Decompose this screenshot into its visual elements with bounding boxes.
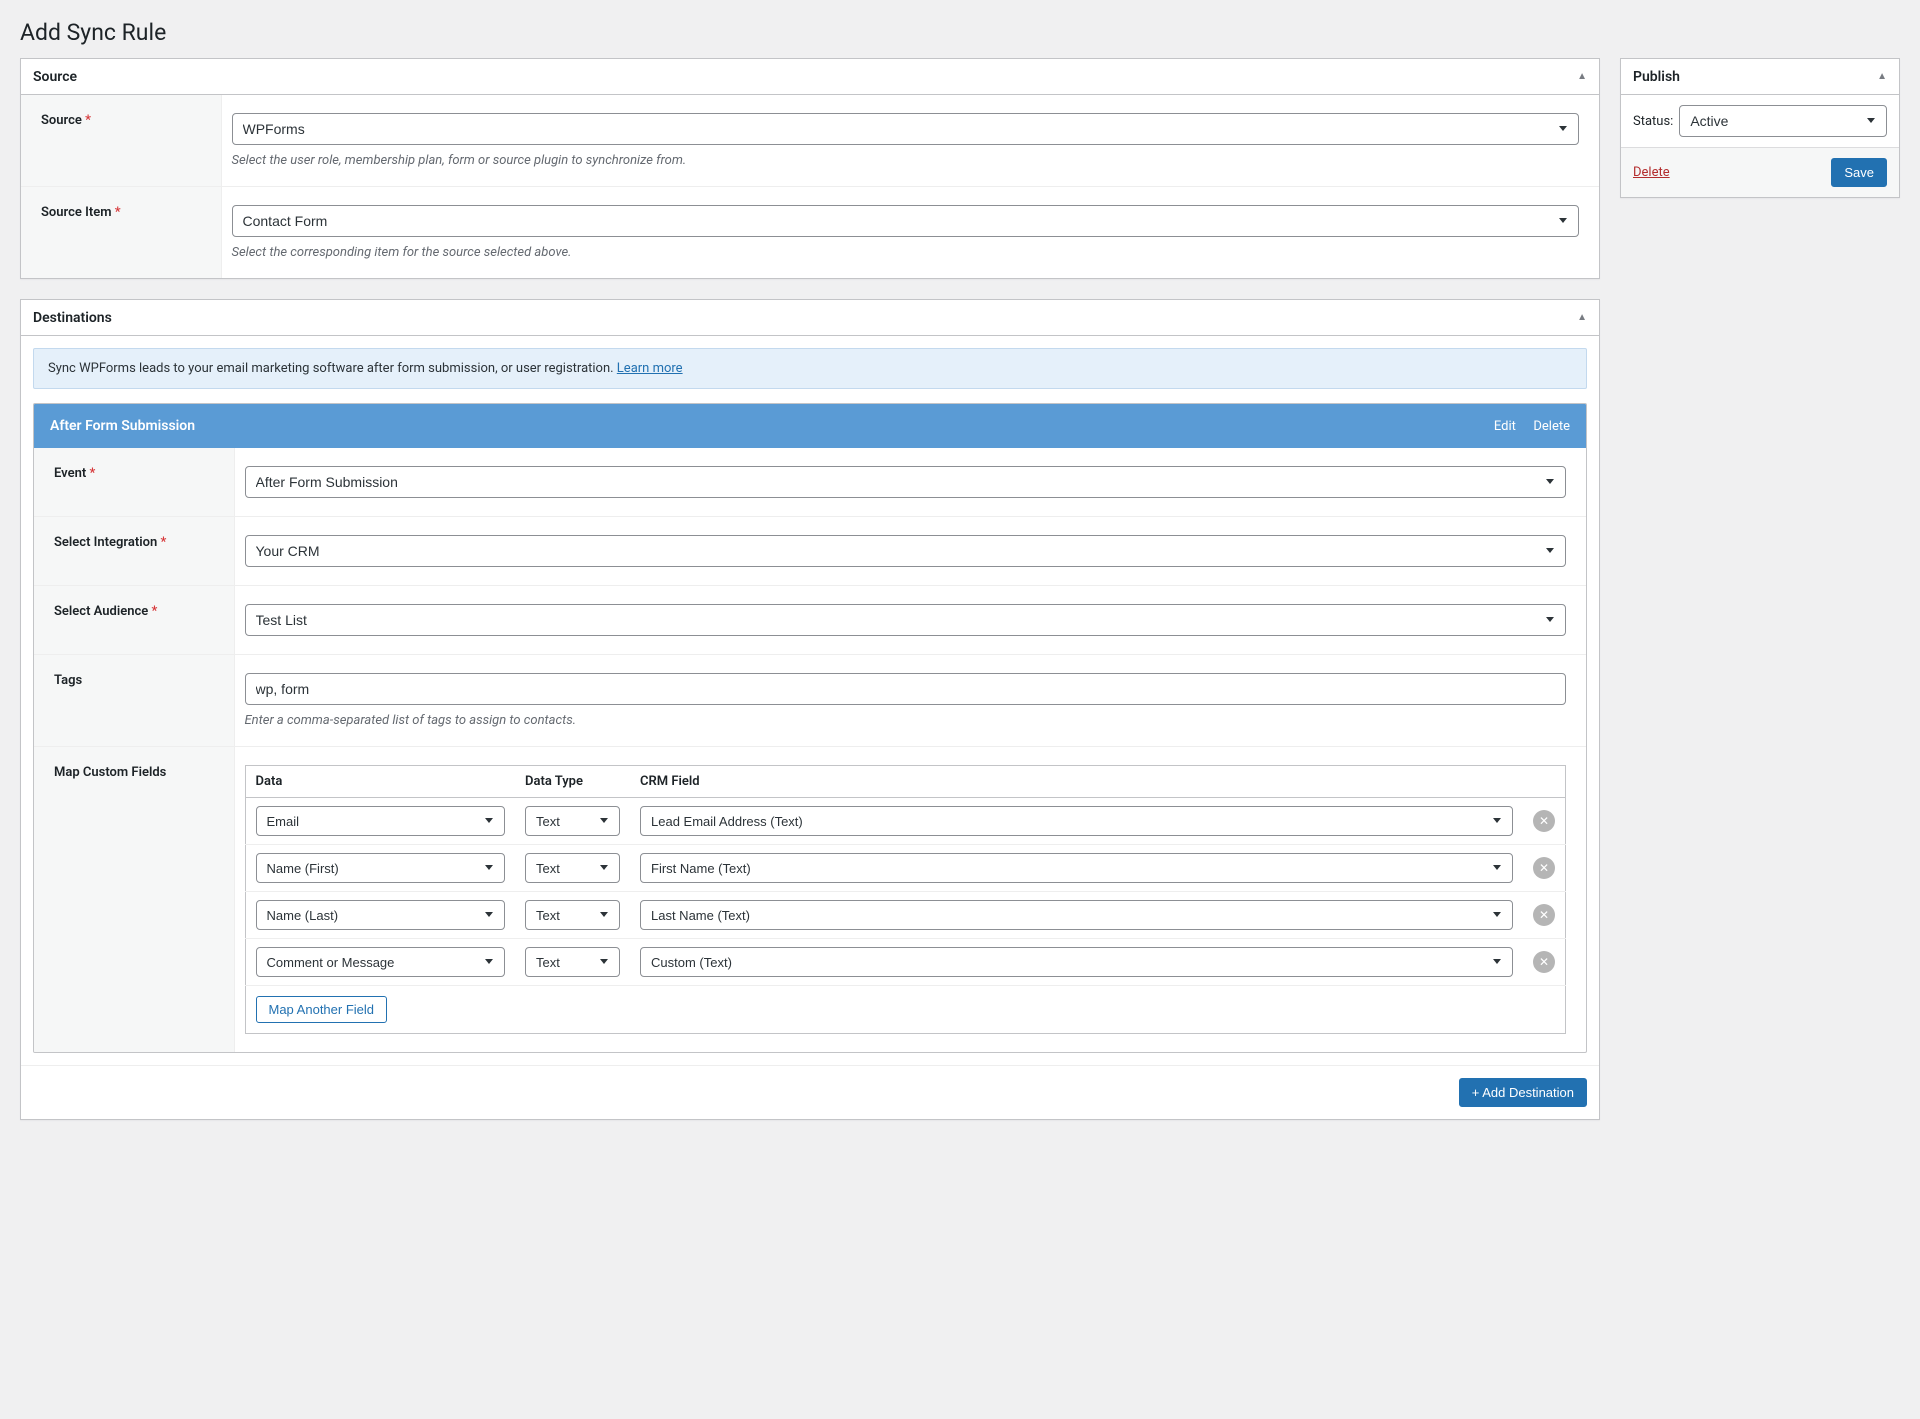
map-row: Name (Last) Text Last Name (Text) ✕ [245, 892, 1566, 939]
audience-select[interactable]: Test List [245, 604, 1567, 636]
source-item-desc: Select the corresponding item for the so… [232, 245, 1580, 260]
event-select[interactable]: After Form Submission [245, 466, 1567, 498]
required-marker: * [89, 466, 95, 481]
collapse-icon[interactable]: ▲ [1877, 71, 1887, 82]
event-label: Event [54, 466, 86, 481]
source-panel-header[interactable]: Source ▲ [21, 59, 1599, 95]
close-icon: ✕ [1539, 956, 1549, 968]
map-header-type: Data Type [515, 766, 630, 798]
page-title: Add Sync Rule [20, 10, 1900, 58]
map-another-field-button[interactable]: Map Another Field [256, 996, 388, 1023]
audience-label: Select Audience [54, 604, 148, 619]
map-row: Email Text Lead Email Address (Text) ✕ [245, 798, 1566, 845]
map-crm-select[interactable]: First Name (Text) [640, 853, 1513, 883]
source-field-label: Source [41, 113, 82, 128]
required-marker: * [160, 535, 166, 550]
destinations-panel: Destinations ▲ Sync WPForms leads to you… [20, 299, 1600, 1120]
add-destination-button[interactable]: + Add Destination [1459, 1078, 1587, 1107]
tags-input[interactable] [245, 673, 1567, 705]
learn-more-link[interactable]: Learn more [617, 361, 683, 376]
map-data-select[interactable]: Name (Last) [256, 900, 506, 930]
map-crm-select[interactable]: Lead Email Address (Text) [640, 806, 1513, 836]
source-panel-heading: Source [33, 69, 77, 85]
map-type-select[interactable]: Text [525, 853, 620, 883]
source-item-label: Source Item [41, 205, 112, 220]
status-label: Status: [1633, 114, 1673, 129]
source-panel: Source ▲ Source * WPForms [20, 58, 1600, 279]
map-crm-select[interactable]: Custom (Text) [640, 947, 1513, 977]
info-notice-text: Sync WPForms leads to your email marketi… [48, 361, 617, 376]
destination-delete-link[interactable]: Delete [1533, 419, 1570, 434]
close-icon: ✕ [1539, 909, 1549, 921]
map-data-select[interactable]: Email [256, 806, 506, 836]
publish-panel-heading: Publish [1633, 69, 1680, 85]
map-fields-table: Data Data Type CRM Field Email Text Lead E… [245, 765, 1567, 1034]
tags-desc: Enter a comma-separated list of tags to … [245, 713, 1567, 728]
publish-panel-header[interactable]: Publish ▲ [1621, 59, 1899, 95]
map-type-select[interactable]: Text [525, 806, 620, 836]
save-button[interactable]: Save [1831, 158, 1887, 187]
source-select[interactable]: WPForms [232, 113, 1580, 145]
destination-block: After Form Submission Edit Delete Event [33, 403, 1587, 1053]
map-row: Name (First) Text First Name (Text) ✕ [245, 845, 1566, 892]
destination-edit-link[interactable]: Edit [1494, 419, 1516, 434]
required-marker: * [152, 604, 158, 619]
source-field-desc: Select the user role, membership plan, f… [232, 153, 1580, 168]
map-type-select[interactable]: Text [525, 900, 620, 930]
destinations-panel-header[interactable]: Destinations ▲ [21, 300, 1599, 336]
map-fields-label: Map Custom Fields [54, 765, 166, 780]
destination-block-header: After Form Submission Edit Delete [34, 404, 1586, 448]
integration-label: Select Integration [54, 535, 157, 550]
map-type-select[interactable]: Text [525, 947, 620, 977]
required-marker: * [85, 113, 91, 128]
destination-block-title: After Form Submission [50, 418, 1480, 434]
status-select[interactable]: Active [1679, 105, 1887, 137]
required-marker: * [115, 205, 121, 220]
remove-row-button[interactable]: ✕ [1533, 904, 1555, 926]
close-icon: ✕ [1539, 862, 1549, 874]
remove-row-button[interactable]: ✕ [1533, 857, 1555, 879]
collapse-icon[interactable]: ▲ [1577, 71, 1587, 82]
collapse-icon[interactable]: ▲ [1577, 312, 1587, 323]
info-notice: Sync WPForms leads to your email marketi… [33, 348, 1587, 389]
close-icon: ✕ [1539, 815, 1549, 827]
map-header-crm: CRM Field [630, 766, 1523, 798]
map-data-select[interactable]: Name (First) [256, 853, 506, 883]
map-crm-select[interactable]: Last Name (Text) [640, 900, 1513, 930]
integration-select[interactable]: Your CRM [245, 535, 1567, 567]
destinations-panel-heading: Destinations [33, 310, 112, 326]
map-header-data: Data [245, 766, 515, 798]
map-data-select[interactable]: Comment or Message [256, 947, 506, 977]
map-row: Comment or Message Text Custom (Text) ✕ [245, 939, 1566, 986]
remove-row-button[interactable]: ✕ [1533, 951, 1555, 973]
remove-row-button[interactable]: ✕ [1533, 810, 1555, 832]
delete-link[interactable]: Delete [1633, 165, 1670, 180]
source-item-select[interactable]: Contact Form [232, 205, 1580, 237]
tags-label: Tags [54, 673, 82, 688]
publish-panel: Publish ▲ Status: Active Delete Save [1620, 58, 1900, 198]
map-header-remove [1523, 766, 1566, 798]
